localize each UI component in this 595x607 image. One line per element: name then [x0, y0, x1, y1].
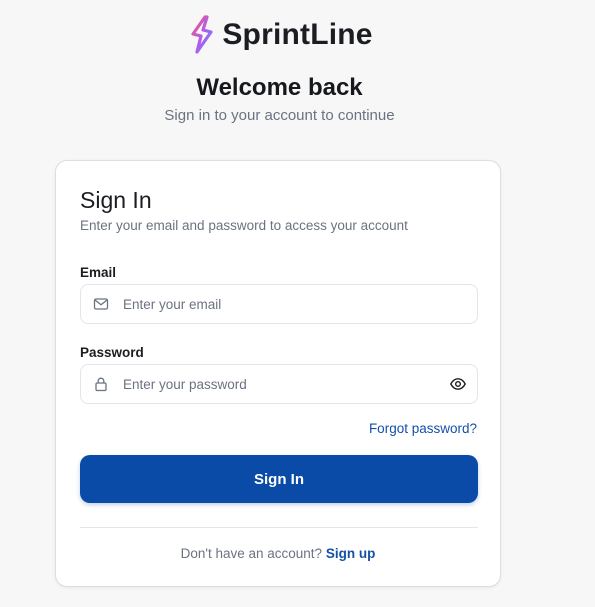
- eye-icon[interactable]: [449, 375, 467, 393]
- signup-row: Don't have an account? Sign up: [56, 546, 500, 561]
- brand-name: SprintLine: [222, 18, 373, 51]
- card-title: Sign In: [80, 187, 152, 213]
- signup-prompt: Don't have an account?: [180, 546, 323, 561]
- sign-in-button[interactable]: Sign In: [80, 455, 478, 503]
- sign-up-link[interactable]: Sign up: [326, 546, 376, 561]
- forgot-password-link[interactable]: Forgot password?: [369, 421, 477, 436]
- email-input[interactable]: [121, 284, 477, 324]
- page-title: Welcome back: [196, 74, 363, 101]
- sign-in-card: Sign In Enter your email and password to…: [55, 160, 501, 587]
- email-label: Email: [80, 265, 117, 280]
- password-field[interactable]: [80, 364, 478, 404]
- password-label: Password: [80, 345, 144, 360]
- divider: [80, 527, 478, 528]
- password-input[interactable]: [121, 364, 449, 404]
- mail-icon: [93, 296, 109, 312]
- lock-icon: [93, 376, 109, 392]
- card-description: Enter your email and password to access …: [80, 218, 408, 233]
- email-field[interactable]: [80, 284, 478, 324]
- brand-header: SprintLine: [0, 14, 559, 56]
- page-subtitle: Sign in to your account to continue: [164, 107, 395, 124]
- lightning-bolt-icon: [191, 15, 213, 54]
